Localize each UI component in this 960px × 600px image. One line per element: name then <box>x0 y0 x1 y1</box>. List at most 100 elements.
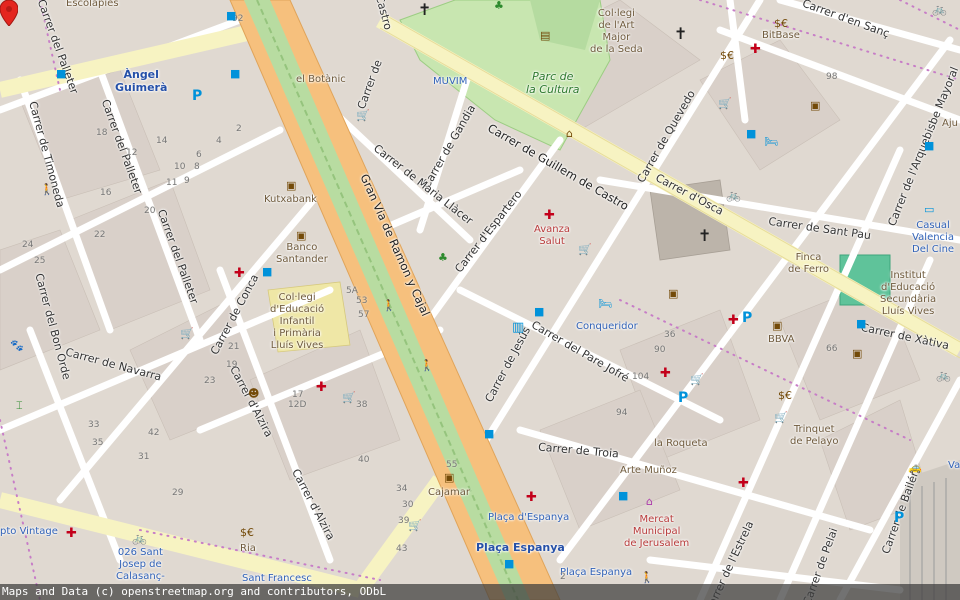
pedestrian-icon[interactable]: 🚶 <box>382 300 396 311</box>
cinema-icon[interactable]: ▭ <box>924 204 934 215</box>
library-icon[interactable]: ▤ <box>540 30 550 41</box>
pharmacy-icon[interactable]: ✚ <box>738 477 749 490</box>
place-label: Casual Valencia Del Cine <box>912 220 955 255</box>
house-number: 2 <box>560 572 566 582</box>
bus-stop-icon[interactable]: ■ <box>56 68 66 79</box>
place-label: Plaça Espanya <box>476 541 565 554</box>
bus-stop-icon[interactable]: ■ <box>484 428 494 439</box>
place-label: el Botànic <box>296 74 346 85</box>
house-number: 35 <box>92 438 104 448</box>
bank-icon[interactable]: ▣ <box>296 230 306 241</box>
map-view[interactable]: Carrer de Guillem de Castro Castro Gran … <box>0 0 960 600</box>
map-attribution: Maps and Data (c) openstreetmap.org and … <box>0 584 960 600</box>
place-label: BitBase <box>762 30 800 41</box>
bus-stop-icon[interactable]: ■ <box>262 266 272 277</box>
parking-icon[interactable]: P <box>192 88 202 104</box>
bank-icon[interactable]: ▣ <box>286 180 296 191</box>
tree-icon[interactable]: ♣ <box>494 0 504 11</box>
pharmacy-icon[interactable]: ✚ <box>526 491 537 504</box>
place-label: MUVIM <box>433 76 468 87</box>
place-label: Kutxabank <box>264 194 317 205</box>
bus-stop-icon[interactable]: ■ <box>534 306 544 317</box>
bank-icon[interactable]: ▣ <box>810 100 820 111</box>
place-label: Plaça d'Espanya <box>488 512 570 523</box>
parking-icon[interactable]: P <box>894 510 904 526</box>
bus-stop-icon[interactable]: ■ <box>746 128 756 139</box>
pedestrian-icon[interactable]: 🚶 <box>420 360 434 371</box>
pedestrian-icon[interactable]: 🚶 <box>640 572 654 583</box>
bank-icon[interactable]: ▣ <box>444 472 454 483</box>
currency-exchange-icon[interactable]: $€ <box>774 18 788 29</box>
currency-exchange-icon[interactable]: $€ <box>720 50 734 61</box>
place-label: Institut d'Educació Secundària Lluís Viv… <box>880 270 937 317</box>
bike-rental-icon[interactable]: 🚲 <box>932 3 947 15</box>
pharmacy-icon[interactable]: ✚ <box>544 209 555 222</box>
house-number: 2 <box>236 124 242 134</box>
place-label: Conqueridor <box>576 321 638 332</box>
pedestrian-icon[interactable]: 🚶 <box>40 184 54 195</box>
place-label: Aju <box>942 118 958 129</box>
bike-rental-icon[interactable]: 🚲 <box>132 532 147 544</box>
shop-icon[interactable]: 🛒 <box>356 110 370 121</box>
taxi-icon[interactable]: 🚕 <box>908 462 922 473</box>
shop-icon[interactable]: 🛒 <box>342 392 356 403</box>
shop-icon[interactable]: 🛒 <box>774 412 788 423</box>
hotel-icon[interactable]: 🛏 <box>764 136 778 147</box>
house-number: 10 <box>174 162 186 172</box>
pharmacy-icon[interactable]: ✚ <box>66 527 77 540</box>
house-number: 9 <box>184 176 190 186</box>
parking-icon[interactable]: P <box>678 390 688 406</box>
bank-icon[interactable]: ▣ <box>772 320 782 331</box>
shop-icon[interactable]: 🛒 <box>718 98 732 109</box>
house-number: 16 <box>100 188 112 198</box>
house-number: 14 <box>156 136 168 146</box>
bus-stop-icon[interactable]: ■ <box>924 140 934 151</box>
shop-icon[interactable]: 🛒 <box>408 520 422 531</box>
currency-exchange-icon[interactable]: $€ <box>778 390 792 401</box>
pharmacy-icon[interactable]: ✚ <box>660 367 671 380</box>
theatre-icon[interactable]: ☻ <box>248 388 259 399</box>
house-number: 38 <box>356 400 368 410</box>
place-label: Escolàpies <box>66 0 119 9</box>
currency-exchange-icon[interactable]: $€ <box>240 527 254 538</box>
tree-icon[interactable]: ♣ <box>438 252 448 263</box>
marketplace-icon[interactable]: ⌂ <box>646 496 653 507</box>
place-label: pto Vintage <box>0 526 58 537</box>
railway-icon[interactable]: ▥ <box>512 321 524 334</box>
hotel-icon[interactable]: 🛏 <box>598 298 612 309</box>
church-icon[interactable]: ✝ <box>698 228 711 244</box>
pharmacy-icon[interactable]: ✚ <box>728 314 739 327</box>
church-icon[interactable]: ✝ <box>418 2 431 18</box>
shop-icon[interactable]: 🛒 <box>578 244 592 255</box>
shop-icon[interactable]: 🛒 <box>180 328 194 339</box>
tree-icon[interactable]: ⌶ <box>16 400 23 411</box>
house-number: 19 <box>226 360 238 370</box>
house-number: 34 <box>396 484 408 494</box>
house-number: 12 <box>126 148 138 158</box>
bank-icon[interactable]: ▣ <box>852 348 862 359</box>
house-number: 18 <box>96 128 108 138</box>
church-icon[interactable]: ✝ <box>674 26 687 42</box>
bike-rental-icon[interactable]: 🚲 <box>726 189 741 201</box>
bank-icon[interactable]: ▣ <box>668 288 678 299</box>
location-pin-icon[interactable] <box>0 0 18 26</box>
house-number: 66 <box>826 344 838 354</box>
bike-rental-icon[interactable]: 🚲 <box>936 369 951 381</box>
bus-stop-icon[interactable]: ■ <box>856 318 866 329</box>
bus-stop-icon[interactable]: ■ <box>504 558 514 569</box>
house-number: 55 <box>446 460 458 470</box>
bus-stop-icon[interactable]: ■ <box>226 10 236 21</box>
pharmacy-icon[interactable]: ✚ <box>316 381 327 394</box>
house-number: 90 <box>654 345 666 355</box>
pharmacy-icon[interactable]: ✚ <box>234 267 245 280</box>
place-label: Ria <box>240 543 256 554</box>
tree-icon[interactable]: 🐾 <box>10 340 24 351</box>
bus-stop-icon[interactable]: ■ <box>230 68 240 79</box>
parking-icon[interactable]: P <box>742 310 752 326</box>
pharmacy-icon[interactable]: ✚ <box>750 43 761 56</box>
museum-icon[interactable]: ⌂ <box>566 128 573 139</box>
place-label: Mercat Municipal de Jerusalem <box>624 514 690 549</box>
shop-icon[interactable]: 🛒 <box>690 374 704 385</box>
bus-stop-icon[interactable]: ■ <box>618 490 628 501</box>
house-number: 98 <box>826 72 838 82</box>
